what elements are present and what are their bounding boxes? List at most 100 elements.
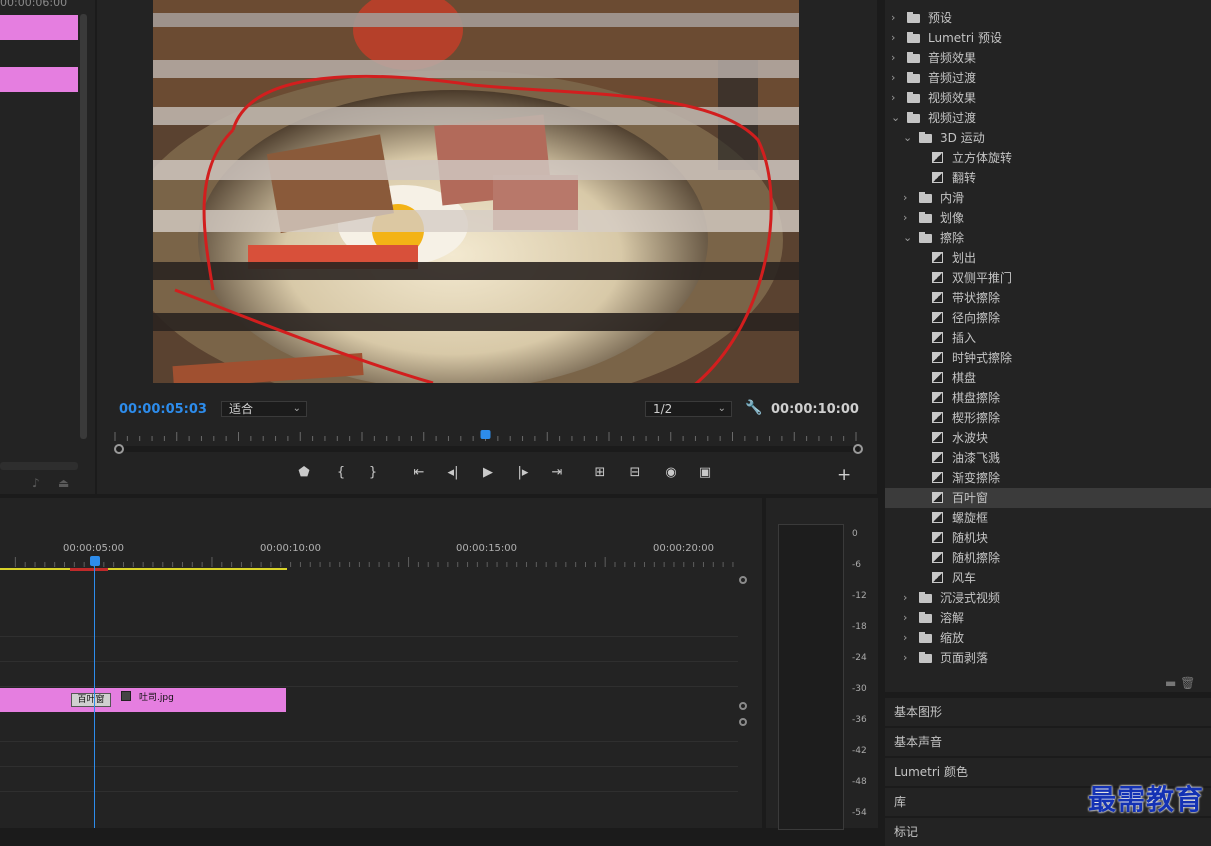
track-divider: [0, 636, 738, 637]
resolution-select-value: 1/2: [653, 402, 673, 416]
new-bin-icon[interactable]: ▬ 🗑: [1165, 676, 1195, 690]
chevron-right-icon[interactable]: ›: [903, 648, 907, 668]
effect-label: 立方体旋转: [952, 151, 1013, 165]
timeline-vertical-scrollbar[interactable]: [738, 576, 748, 726]
transition-effect-icon: [932, 512, 943, 523]
effect-item[interactable]: 带状擦除: [885, 288, 1211, 308]
source-vertical-scrollbar[interactable]: [80, 14, 87, 439]
resolution-select[interactable]: 1/2 ⌄: [645, 401, 732, 417]
timeline-playhead-line[interactable]: [94, 562, 95, 828]
transition-block[interactable]: 百叶窗: [71, 693, 111, 707]
effect-label: 页面剥落: [940, 651, 989, 665]
chevron-right-icon[interactable]: ›: [903, 188, 907, 208]
scroll-handle[interactable]: [739, 718, 747, 726]
comparison-view-button[interactable]: ▣: [695, 465, 715, 480]
mark-out-button[interactable]: }: [363, 465, 383, 480]
chevron-right-icon[interactable]: ›: [903, 588, 907, 608]
chevron-right-icon[interactable]: ›: [903, 628, 907, 648]
effect-folder[interactable]: › 视频效果: [885, 88, 1211, 108]
chevron-right-icon[interactable]: ›: [891, 28, 895, 48]
effect-item[interactable]: 油漆飞溅: [885, 448, 1211, 468]
mark-in-button[interactable]: {: [331, 465, 351, 480]
panel-label: 基本声音: [894, 735, 943, 749]
effect-item[interactable]: 立方体旋转: [885, 148, 1211, 168]
panel-essential-graphics[interactable]: 基本图形: [885, 697, 1211, 726]
effect-folder[interactable]: › 沉浸式视频: [885, 588, 1211, 608]
effect-folder[interactable]: › 缩放: [885, 628, 1211, 648]
effect-item[interactable]: 划出: [885, 248, 1211, 268]
effect-label: 溶解: [940, 611, 965, 625]
scroll-handle[interactable]: [739, 576, 747, 584]
go-to-in-button[interactable]: ⇤: [409, 465, 429, 480]
effect-folder[interactable]: › Lumetri 预设: [885, 28, 1211, 48]
source-clip-2[interactable]: [0, 67, 78, 92]
effect-folder[interactable]: › 音频效果: [885, 48, 1211, 68]
play-button[interactable]: ▶: [478, 465, 498, 480]
effect-item[interactable]: 渐变擦除: [885, 468, 1211, 488]
effect-folder[interactable]: › 划像: [885, 208, 1211, 228]
add-marker-button[interactable]: ⬟: [294, 465, 314, 480]
chevron-right-icon[interactable]: ›: [891, 48, 895, 68]
add-button[interactable]: +: [837, 465, 851, 485]
effect-item[interactable]: 棋盘: [885, 368, 1211, 388]
effect-item[interactable]: 插入: [885, 328, 1211, 348]
effect-item[interactable]: 螺旋框: [885, 508, 1211, 528]
effect-item[interactable]: 水波块: [885, 428, 1211, 448]
scroll-handle[interactable]: [739, 702, 747, 710]
camera-icon[interactable]: ◉: [661, 465, 681, 480]
effect-folder[interactable]: › 溶解: [885, 608, 1211, 628]
effect-label: 棋盘擦除: [952, 391, 1001, 405]
chevron-right-icon[interactable]: ›: [903, 608, 907, 628]
effect-item[interactable]: 楔形擦除: [885, 408, 1211, 428]
folder-icon: [907, 72, 920, 83]
effect-item[interactable]: 随机擦除: [885, 548, 1211, 568]
effect-label: 音频效果: [928, 51, 977, 65]
effect-folder[interactable]: › 预设: [885, 8, 1211, 28]
effect-item[interactable]: 百叶窗: [885, 488, 1211, 508]
wrench-icon[interactable]: 🔧: [745, 400, 762, 416]
audio-icon[interactable]: ♪: [32, 476, 40, 490]
effect-folder[interactable]: › 音频过渡: [885, 68, 1211, 88]
transition-effect-icon: [932, 412, 943, 423]
step-forward-button[interactable]: |▸: [513, 465, 533, 480]
effect-folder[interactable]: › 内滑: [885, 188, 1211, 208]
chevron-right-icon[interactable]: ›: [903, 208, 907, 228]
effect-label: 随机擦除: [952, 551, 1001, 565]
effect-item[interactable]: 风车: [885, 568, 1211, 588]
effect-label: 棋盘: [952, 371, 977, 385]
effect-item[interactable]: 径向擦除: [885, 308, 1211, 328]
chevron-right-icon[interactable]: ›: [891, 88, 895, 108]
source-clip-1[interactable]: [0, 15, 78, 40]
effect-item[interactable]: 双侧平推门: [885, 268, 1211, 288]
fit-select[interactable]: 适合 ⌄: [221, 401, 307, 417]
effect-label: Lumetri 预设: [928, 31, 1002, 45]
effect-item[interactable]: 棋盘擦除: [885, 388, 1211, 408]
effect-folder[interactable]: › 页面剥落: [885, 648, 1211, 668]
source-horizontal-scrollbar[interactable]: [0, 462, 78, 470]
monitor-playhead[interactable]: [480, 430, 491, 439]
transition-effect-icon: [932, 332, 943, 343]
lift-button[interactable]: ⊞: [590, 465, 610, 480]
work-area-bar[interactable]: [0, 568, 287, 570]
timeline-panel: 00:00:05:00 00:00:10:00 00:00:15:00 00:0…: [0, 498, 762, 828]
chevron-down-icon[interactable]: ⌄: [891, 108, 900, 128]
current-timecode[interactable]: 00:00:05:03: [119, 402, 207, 417]
chevron-right-icon[interactable]: ›: [891, 68, 895, 88]
timeline-ruler[interactable]: [0, 557, 735, 567]
chevron-down-icon[interactable]: ⌄: [903, 128, 912, 148]
effect-item[interactable]: 翻转: [885, 168, 1211, 188]
panel-markers[interactable]: 标记: [885, 817, 1211, 846]
effect-folder[interactable]: ⌄ 擦除: [885, 228, 1211, 248]
export-icon[interactable]: ⏏: [58, 476, 69, 490]
effect-folder[interactable]: ⌄ 视频过渡: [885, 108, 1211, 128]
effect-folder[interactable]: ⌄ 3D 运动: [885, 128, 1211, 148]
effect-item[interactable]: 时钟式擦除: [885, 348, 1211, 368]
extract-button[interactable]: ⊟: [625, 465, 645, 480]
step-back-button[interactable]: ◂|: [443, 465, 463, 480]
chevron-down-icon[interactable]: ⌄: [903, 228, 912, 248]
effect-item[interactable]: 随机块: [885, 528, 1211, 548]
chevron-right-icon[interactable]: ›: [891, 8, 895, 28]
go-to-out-button[interactable]: ⇥: [547, 465, 567, 480]
timeline-playhead[interactable]: [90, 556, 100, 566]
panel-essential-sound[interactable]: 基本声音: [885, 727, 1211, 756]
